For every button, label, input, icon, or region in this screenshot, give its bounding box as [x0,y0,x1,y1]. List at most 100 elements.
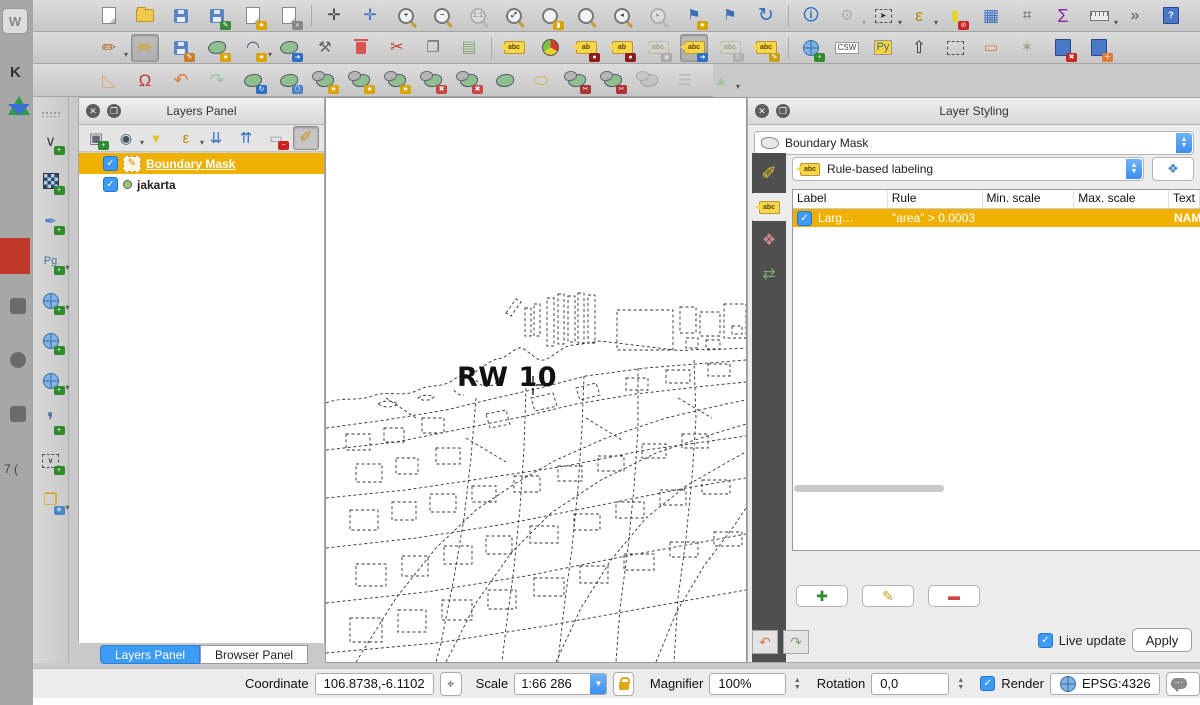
styling-tab-symbology[interactable]: ✐ [754,159,784,187]
paste-features-icon[interactable]: ▤ [455,34,483,62]
rotate-feature-icon[interactable]: ↻ [239,66,267,94]
col-max-scale[interactable]: Max. scale [1074,190,1169,208]
add-postgis-layer-icon[interactable]: Pg+ [37,247,65,275]
help-icon[interactable]: ? [1157,2,1185,30]
statistics-icon[interactable]: Σ [1049,2,1077,30]
toolbar-handle[interactable] [41,111,61,117]
add-feature-icon[interactable]: ★ [203,34,231,62]
chevron-down-icon[interactable]: ▼ [590,674,606,694]
rule-row[interactable]: ✓Larg… "area" > 0.0003 NAM [793,209,1200,227]
new-shapefile-layer-icon[interactable]: ∨+ [37,447,65,475]
open-layer-styling-icon[interactable]: ✐ [293,126,319,150]
zoom-last-icon[interactable]: ◂ [608,2,636,30]
rotation-input[interactable]: 0,0 [871,673,949,695]
layer-visibility-checkbox[interactable]: ✓ [103,156,118,171]
north-arrow-icon[interactable]: ⇧ [905,34,933,62]
filter-legend-icon[interactable]: ▼ [143,126,169,150]
styling-tab-style-manager[interactable]: ❖ [754,227,784,255]
magnifier-input[interactable]: 100% [709,673,786,695]
scale-lock-button[interactable] [613,672,633,696]
rules-horizontal-scrollbar[interactable] [794,485,944,492]
simplify-feature-icon[interactable]: ⬡ [275,66,303,94]
show-bookmarks-icon[interactable]: ⚑ [716,2,744,30]
move-feature-icon[interactable]: ➜ [275,34,303,62]
new-bookmark-icon[interactable]: ⚑★ [680,2,708,30]
rotate-point-symbols-icon[interactable]: ▲ [707,66,735,94]
scale-bar-icon[interactable] [941,34,969,62]
style-manager-remove-icon[interactable]: ✖ [1049,34,1077,62]
split-features-icon[interactable]: ✂ [563,66,591,94]
add-raster-layer-icon[interactable]: + [37,167,65,195]
offset-curve-icon[interactable]: ⬭ [527,66,555,94]
deselect-features-icon[interactable]: ▮⊘ [941,2,969,30]
save-project-as-icon[interactable]: ✎ [203,2,231,30]
apply-button[interactable]: Apply [1132,628,1192,652]
pin-unpin-labels-icon[interactable]: ab● [608,34,636,62]
python-console-icon[interactable]: Py [869,34,897,62]
highlight-pinned-labels-icon[interactable]: ab● [572,34,600,62]
run-feature-action-icon[interactable]: ⚙ [833,2,861,30]
automated-placement-button[interactable]: ❖ [1152,157,1194,181]
composer-manager-icon[interactable]: ⌕ [275,2,303,30]
remove-rule-button[interactable]: ▬ [928,585,980,607]
zoom-native-icon[interactable]: 1:1 [464,2,492,30]
cut-features-icon[interactable]: ✂ [383,34,411,62]
add-wms-layer-icon[interactable]: + [37,327,65,355]
layer-item-jakarta[interactable]: ✓ ✎ jakarta [79,174,324,195]
move-label-icon[interactable]: abc➜ [680,34,708,62]
toggle-editing-icon[interactable]: ✏ [131,34,159,62]
collapse-all-icon[interactable]: ⇈ [233,126,259,150]
map-canvas[interactable]: RW 10 [325,97,747,663]
live-update-checkbox[interactable]: ✓ [1038,633,1053,648]
grid-annotation-icon[interactable]: ✶ [1013,34,1041,62]
labeling-mode-selector[interactable]: abc Rule-based labeling ▲▼ [792,157,1144,181]
save-layer-edits-icon[interactable]: ✎ [167,34,195,62]
delete-ring-icon[interactable]: ✖ [419,66,447,94]
edit-rule-button[interactable]: ✎ [862,585,914,607]
add-wcs-layer-icon[interactable]: + [37,367,65,395]
styling-layer-selector[interactable]: Boundary Mask ▲▼ [754,131,1194,155]
close-panel-button[interactable]: ✕ [86,104,100,118]
new-project-icon[interactable] [95,2,123,30]
scale-combobox[interactable]: 1:66 286 ▼ [514,673,607,695]
col-text[interactable]: Text [1169,190,1200,208]
layer-item-boundary-mask[interactable]: ✓ ✎ Boundary Mask [79,153,324,174]
add-part-icon[interactable]: ★ [347,66,375,94]
render-checkbox[interactable]: ✓ [980,676,995,691]
new-print-composer-icon[interactable]: ★ [239,2,267,30]
add-circular-string-icon[interactable]: ◠★ [239,34,267,62]
add-web-service-icon[interactable]: + [797,34,825,62]
pan-to-selection-icon[interactable]: ✛ [356,2,384,30]
reshape-features-icon[interactable] [491,66,519,94]
messages-button[interactable]: ⋯ [1166,672,1200,696]
styling-tab-history[interactable]: ⇄ [754,261,784,289]
col-min-scale[interactable]: Min. scale [983,190,1075,208]
zoom-in-icon[interactable]: + [392,2,420,30]
tab-layers-panel[interactable]: Layers Panel [100,645,200,664]
redo-icon[interactable]: ↷ [203,66,231,94]
zoom-full-icon[interactable]: ⤢ [500,2,528,30]
refresh-icon[interactable]: ↻ [752,2,780,30]
layer-diagram-options-icon[interactable] [536,34,564,62]
layer-visibility-checkbox[interactable]: ✓ [103,177,118,192]
zoom-to-selection-icon[interactable]: ▮ [536,2,564,30]
csw-search-icon[interactable]: CSW [833,34,861,62]
float-panel-button[interactable]: ❐ [107,104,121,118]
add-rule-button[interactable]: ✚ [796,585,848,607]
snapping-icon[interactable]: Ω [131,66,159,94]
add-ring-icon[interactable]: ★ [311,66,339,94]
cad-tools-icon[interactable]: ◺ [95,66,123,94]
merge-features-icon[interactable] [635,66,663,94]
remove-layer-icon[interactable]: ▭− [263,126,289,150]
rotation-spinner[interactable]: ▲▼ [955,674,966,694]
select-by-expression-icon[interactable]: ε [905,2,933,30]
add-delimited-text-icon[interactable]: ✒+ [37,207,65,235]
select-features-icon[interactable]: ➤ [869,2,897,30]
close-panel-button[interactable]: ✕ [755,104,769,118]
copyright-label-icon[interactable]: ▭ [977,34,1005,62]
tab-browser-panel[interactable]: Browser Panel [200,645,308,664]
save-project-icon[interactable] [167,2,195,30]
current-edits-icon[interactable]: ✏ [95,34,123,62]
zoom-next-icon[interactable]: ▸ [644,2,672,30]
add-vector-layer-icon[interactable]: ∨+ [37,127,65,155]
